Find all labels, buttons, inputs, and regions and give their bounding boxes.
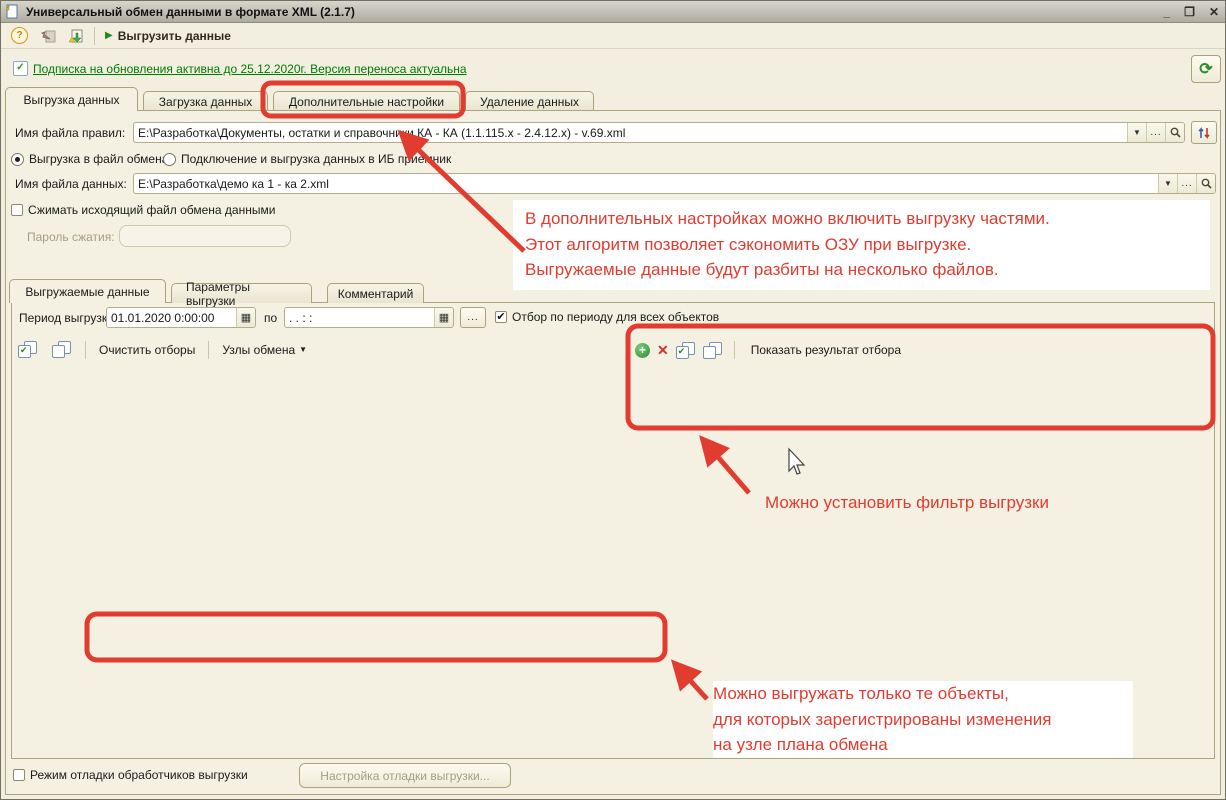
filter-toolbar: + ✕ Показать результат отбора — [635, 341, 906, 359]
help-icon: ? — [11, 27, 28, 44]
show-filter-result-button[interactable]: Показать результат отбора — [746, 341, 906, 359]
checkbox-icon — [13, 769, 25, 781]
period-from-field[interactable]: 01.01.2020 0:00:00 ▦ — [106, 307, 256, 328]
data-file-label: Имя файла данных: — [15, 177, 127, 191]
check-all-icon — [18, 341, 38, 358]
app-icon — [5, 4, 20, 19]
filter-uncheck-all-icon[interactable] — [702, 341, 723, 359]
radio-export-to-file[interactable]: Выгрузка в файл обмена — [11, 152, 168, 166]
checkbox-checked-icon — [495, 311, 507, 323]
refresh-button[interactable]: ⟳ — [1191, 55, 1221, 83]
data-search-icon[interactable] — [1196, 174, 1215, 193]
period-to-label: по — [264, 311, 278, 325]
compress-checkbox[interactable]: Сжимать исходящий файл обмена данными — [11, 203, 275, 217]
debug-settings-button[interactable]: Настройка отладки выгрузки... — [299, 763, 511, 788]
tab-import-data[interactable]: Загрузка данных — [143, 91, 268, 111]
delete-filter-icon[interactable]: ✕ — [657, 342, 669, 359]
rules-file-field[interactable]: E:\Разработка\Документы, остатки и справ… — [133, 122, 1185, 143]
minimize-button[interactable]: _ — [1163, 5, 1170, 19]
annotation-filter: Можно установить фильтр выгрузки — [765, 493, 1049, 512]
play-icon: ▶ — [105, 30, 113, 41]
window-title: Универсальный обмен данными в формате XM… — [26, 4, 355, 19]
tab-delete-data[interactable]: Удаление данных — [465, 91, 594, 111]
close-button[interactable]: ✕ — [1209, 5, 1219, 19]
password-field — [119, 225, 291, 247]
tab-comment[interactable]: Комментарий — [327, 283, 424, 303]
annotation-registered-changes: Можно выгружать только те объекты, для к… — [713, 681, 1133, 758]
uncheck-all-icon — [52, 341, 72, 358]
tab-additional-settings[interactable]: Дополнительные настройки — [273, 91, 460, 111]
debug-mode-checkbox[interactable]: Режим отладки обработчиков выгрузки — [13, 768, 248, 782]
inner-tabs: Выгружаемые данные Параметры выгрузки Ко… — [9, 279, 424, 308]
period-to-field[interactable]: . . : : ▦ — [284, 307, 454, 328]
help-button[interactable]: ? — [5, 26, 34, 46]
rules-browse-button[interactable]: ... — [1146, 123, 1165, 142]
password-label: Пароль сжатия: — [27, 230, 115, 244]
period-filter-checkbox[interactable]: Отбор по периоду для всех объектов — [495, 310, 719, 324]
exchange-nodes-button[interactable]: Узлы обмена ▼ — [217, 341, 312, 359]
chevron-down-icon: ▼ — [299, 345, 308, 354]
checkbox-icon — [11, 204, 23, 216]
save-settings-icon — [68, 29, 83, 42]
title-bar: Универсальный обмен данными в формате XM… — [1, 1, 1225, 23]
period-more-button[interactable]: ... — [460, 307, 486, 328]
calendar-icon[interactable]: ▦ — [434, 308, 453, 327]
main-toolbar: ? ▶ Выгрузить данные — [1, 23, 1225, 49]
filter-check-all-icon[interactable] — [675, 341, 696, 359]
check-all-button[interactable] — [13, 339, 43, 360]
tab-export-data[interactable]: Выгрузка данных — [5, 87, 138, 111]
radio-on-icon — [11, 152, 24, 166]
subscription-row: ✓ Подписка на обновления активна до 25.1… — [13, 61, 467, 76]
rules-search-icon[interactable] — [1165, 123, 1184, 142]
reread-rules-button[interactable] — [1191, 121, 1217, 144]
add-filter-icon[interactable]: + — [635, 342, 650, 358]
load-settings-button[interactable] — [34, 26, 62, 46]
tab-exported-data[interactable]: Выгружаемые данные — [9, 279, 166, 303]
radio-export-to-ib[interactable]: Подключение и выгрузка данных в ИБ прием… — [163, 152, 451, 166]
rules-dropdown-icon[interactable]: ▼ — [1127, 123, 1146, 142]
data-dropdown-icon[interactable]: ▼ — [1158, 174, 1177, 193]
clear-filters-button[interactable]: Очистить отборы — [94, 341, 200, 359]
app-window: Универсальный обмен данными в формате XM… — [0, 0, 1226, 800]
annotation-additional-settings: В дополнительных настройках можно включи… — [513, 200, 1210, 290]
save-settings-button[interactable] — [62, 26, 90, 46]
toolbar-separator — [94, 26, 95, 45]
main-tabs: Выгрузка данных Загрузка данных Дополнит… — [5, 87, 594, 111]
data-file-field[interactable]: E:\Разработка\демо ка 1 - ка 2.xml ▼ ... — [133, 173, 1216, 194]
radio-off-icon — [163, 152, 176, 166]
period-label: Период выгрузки: — [19, 311, 118, 325]
subscription-status-icon: ✓ — [13, 61, 28, 76]
data-browse-button[interactable]: ... — [1177, 174, 1196, 193]
subscription-link[interactable]: Подписка на обновления активна до 25.12.… — [33, 62, 467, 76]
tab-export-params[interactable]: Параметры выгрузки — [171, 280, 312, 308]
sync-icon — [1198, 126, 1210, 139]
export-data-button[interactable]: ▶ Выгрузить данные — [99, 26, 237, 46]
calendar-icon[interactable]: ▦ — [236, 308, 255, 327]
restore-button[interactable]: ❐ — [1184, 5, 1195, 19]
uncheck-all-button[interactable] — [47, 339, 77, 360]
load-settings-icon — [40, 30, 56, 42]
rules-file-label: Имя файла правил: — [15, 126, 126, 140]
tree-toolbar: Очистить отборы Узлы обмена ▼ — [13, 339, 312, 360]
refresh-icon: ⟳ — [1199, 61, 1213, 78]
